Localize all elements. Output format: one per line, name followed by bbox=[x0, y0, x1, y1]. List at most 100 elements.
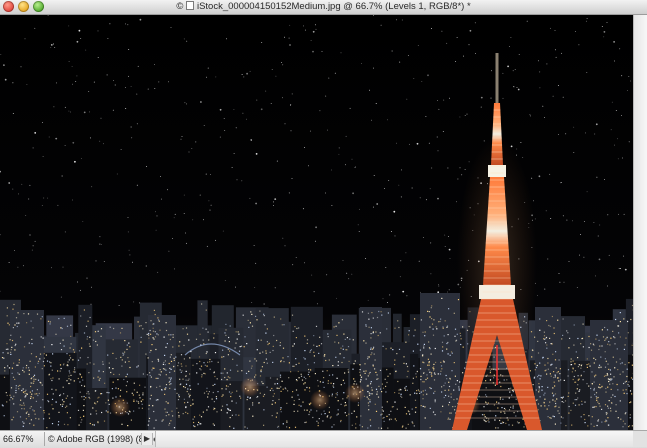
window-light bbox=[341, 319, 343, 321]
window-light bbox=[428, 364, 430, 366]
status-menu-arrow-icon[interactable]: ▶ bbox=[141, 433, 153, 445]
window-light bbox=[149, 398, 151, 400]
star bbox=[336, 297, 338, 299]
star bbox=[469, 29, 472, 32]
star bbox=[573, 151, 575, 153]
window-light bbox=[335, 393, 337, 395]
star bbox=[255, 202, 257, 205]
star bbox=[619, 48, 621, 50]
window-light bbox=[55, 401, 57, 403]
star bbox=[147, 88, 149, 90]
window-light bbox=[450, 351, 453, 353]
window-light bbox=[25, 367, 27, 369]
horizontal-scrollbar[interactable] bbox=[155, 431, 633, 447]
star bbox=[455, 60, 457, 62]
window-light bbox=[70, 374, 72, 376]
window-light bbox=[11, 367, 13, 369]
zoom-level-field[interactable]: 66.67% bbox=[3, 431, 41, 447]
window-light bbox=[207, 406, 210, 408]
window-light bbox=[296, 380, 298, 382]
window-light bbox=[444, 389, 446, 391]
vertical-scrollbar[interactable] bbox=[633, 15, 647, 430]
star bbox=[231, 166, 233, 168]
window-light bbox=[416, 392, 418, 395]
window-light bbox=[361, 426, 363, 428]
window-light bbox=[261, 366, 263, 368]
window-light bbox=[66, 412, 68, 414]
resize-grip-icon[interactable] bbox=[633, 431, 647, 447]
title-bar[interactable]: © iStock_000004150152Medium.jpg @ 66.7% … bbox=[0, 0, 647, 15]
window-light bbox=[428, 369, 430, 371]
window-light bbox=[366, 396, 368, 398]
window-light bbox=[202, 339, 204, 341]
window-light bbox=[159, 374, 161, 376]
star bbox=[18, 193, 20, 195]
window-light bbox=[368, 356, 370, 358]
window-light bbox=[112, 397, 114, 399]
star bbox=[419, 197, 421, 199]
window-light bbox=[170, 360, 173, 362]
window-light bbox=[58, 378, 60, 380]
star bbox=[611, 101, 613, 103]
window-light bbox=[5, 348, 7, 350]
window-light bbox=[587, 425, 589, 427]
window-light bbox=[71, 397, 73, 399]
window-light bbox=[121, 365, 123, 367]
window-light bbox=[229, 377, 231, 379]
window-light bbox=[36, 393, 38, 395]
window-light bbox=[107, 399, 109, 401]
window-light bbox=[485, 401, 487, 403]
star bbox=[338, 153, 340, 155]
window-light bbox=[353, 410, 355, 412]
star bbox=[586, 71, 588, 73]
star bbox=[47, 15, 49, 16]
window-light bbox=[52, 408, 54, 410]
window-light bbox=[483, 406, 485, 408]
window-light bbox=[387, 312, 389, 314]
window-light bbox=[19, 404, 21, 406]
star bbox=[466, 113, 468, 115]
star bbox=[271, 68, 273, 70]
star bbox=[358, 208, 360, 210]
window-light bbox=[131, 392, 133, 394]
window-light bbox=[427, 364, 429, 366]
star bbox=[184, 102, 186, 104]
star bbox=[554, 49, 556, 51]
window-light bbox=[163, 336, 165, 338]
window-light bbox=[449, 354, 451, 356]
star bbox=[236, 179, 238, 181]
window-light bbox=[153, 367, 155, 369]
window-light bbox=[30, 385, 32, 388]
window-light bbox=[38, 392, 40, 395]
window-light bbox=[495, 427, 497, 429]
window-light bbox=[67, 361, 69, 363]
star bbox=[215, 76, 217, 78]
window-light bbox=[593, 344, 595, 346]
document-canvas[interactable] bbox=[0, 15, 633, 430]
window-light bbox=[598, 403, 600, 405]
window-light bbox=[419, 349, 421, 351]
window-light bbox=[87, 356, 89, 359]
window-light bbox=[560, 422, 562, 424]
star bbox=[456, 201, 457, 203]
window-light bbox=[30, 406, 32, 408]
window-light bbox=[568, 412, 570, 414]
window-light bbox=[488, 418, 490, 420]
star bbox=[529, 114, 531, 116]
window-light bbox=[388, 414, 390, 416]
window-light bbox=[101, 411, 103, 414]
window-light bbox=[570, 409, 572, 411]
star bbox=[442, 130, 444, 132]
window-light bbox=[370, 337, 372, 339]
star bbox=[188, 151, 190, 153]
window-light bbox=[624, 363, 626, 366]
window-light bbox=[314, 373, 316, 375]
window-light bbox=[140, 325, 142, 327]
window-light bbox=[369, 401, 371, 403]
window-light bbox=[422, 390, 424, 392]
window-light bbox=[136, 391, 138, 393]
window-light bbox=[293, 410, 295, 412]
window-light bbox=[22, 391, 25, 393]
window-light bbox=[69, 403, 71, 405]
star bbox=[447, 291, 449, 293]
